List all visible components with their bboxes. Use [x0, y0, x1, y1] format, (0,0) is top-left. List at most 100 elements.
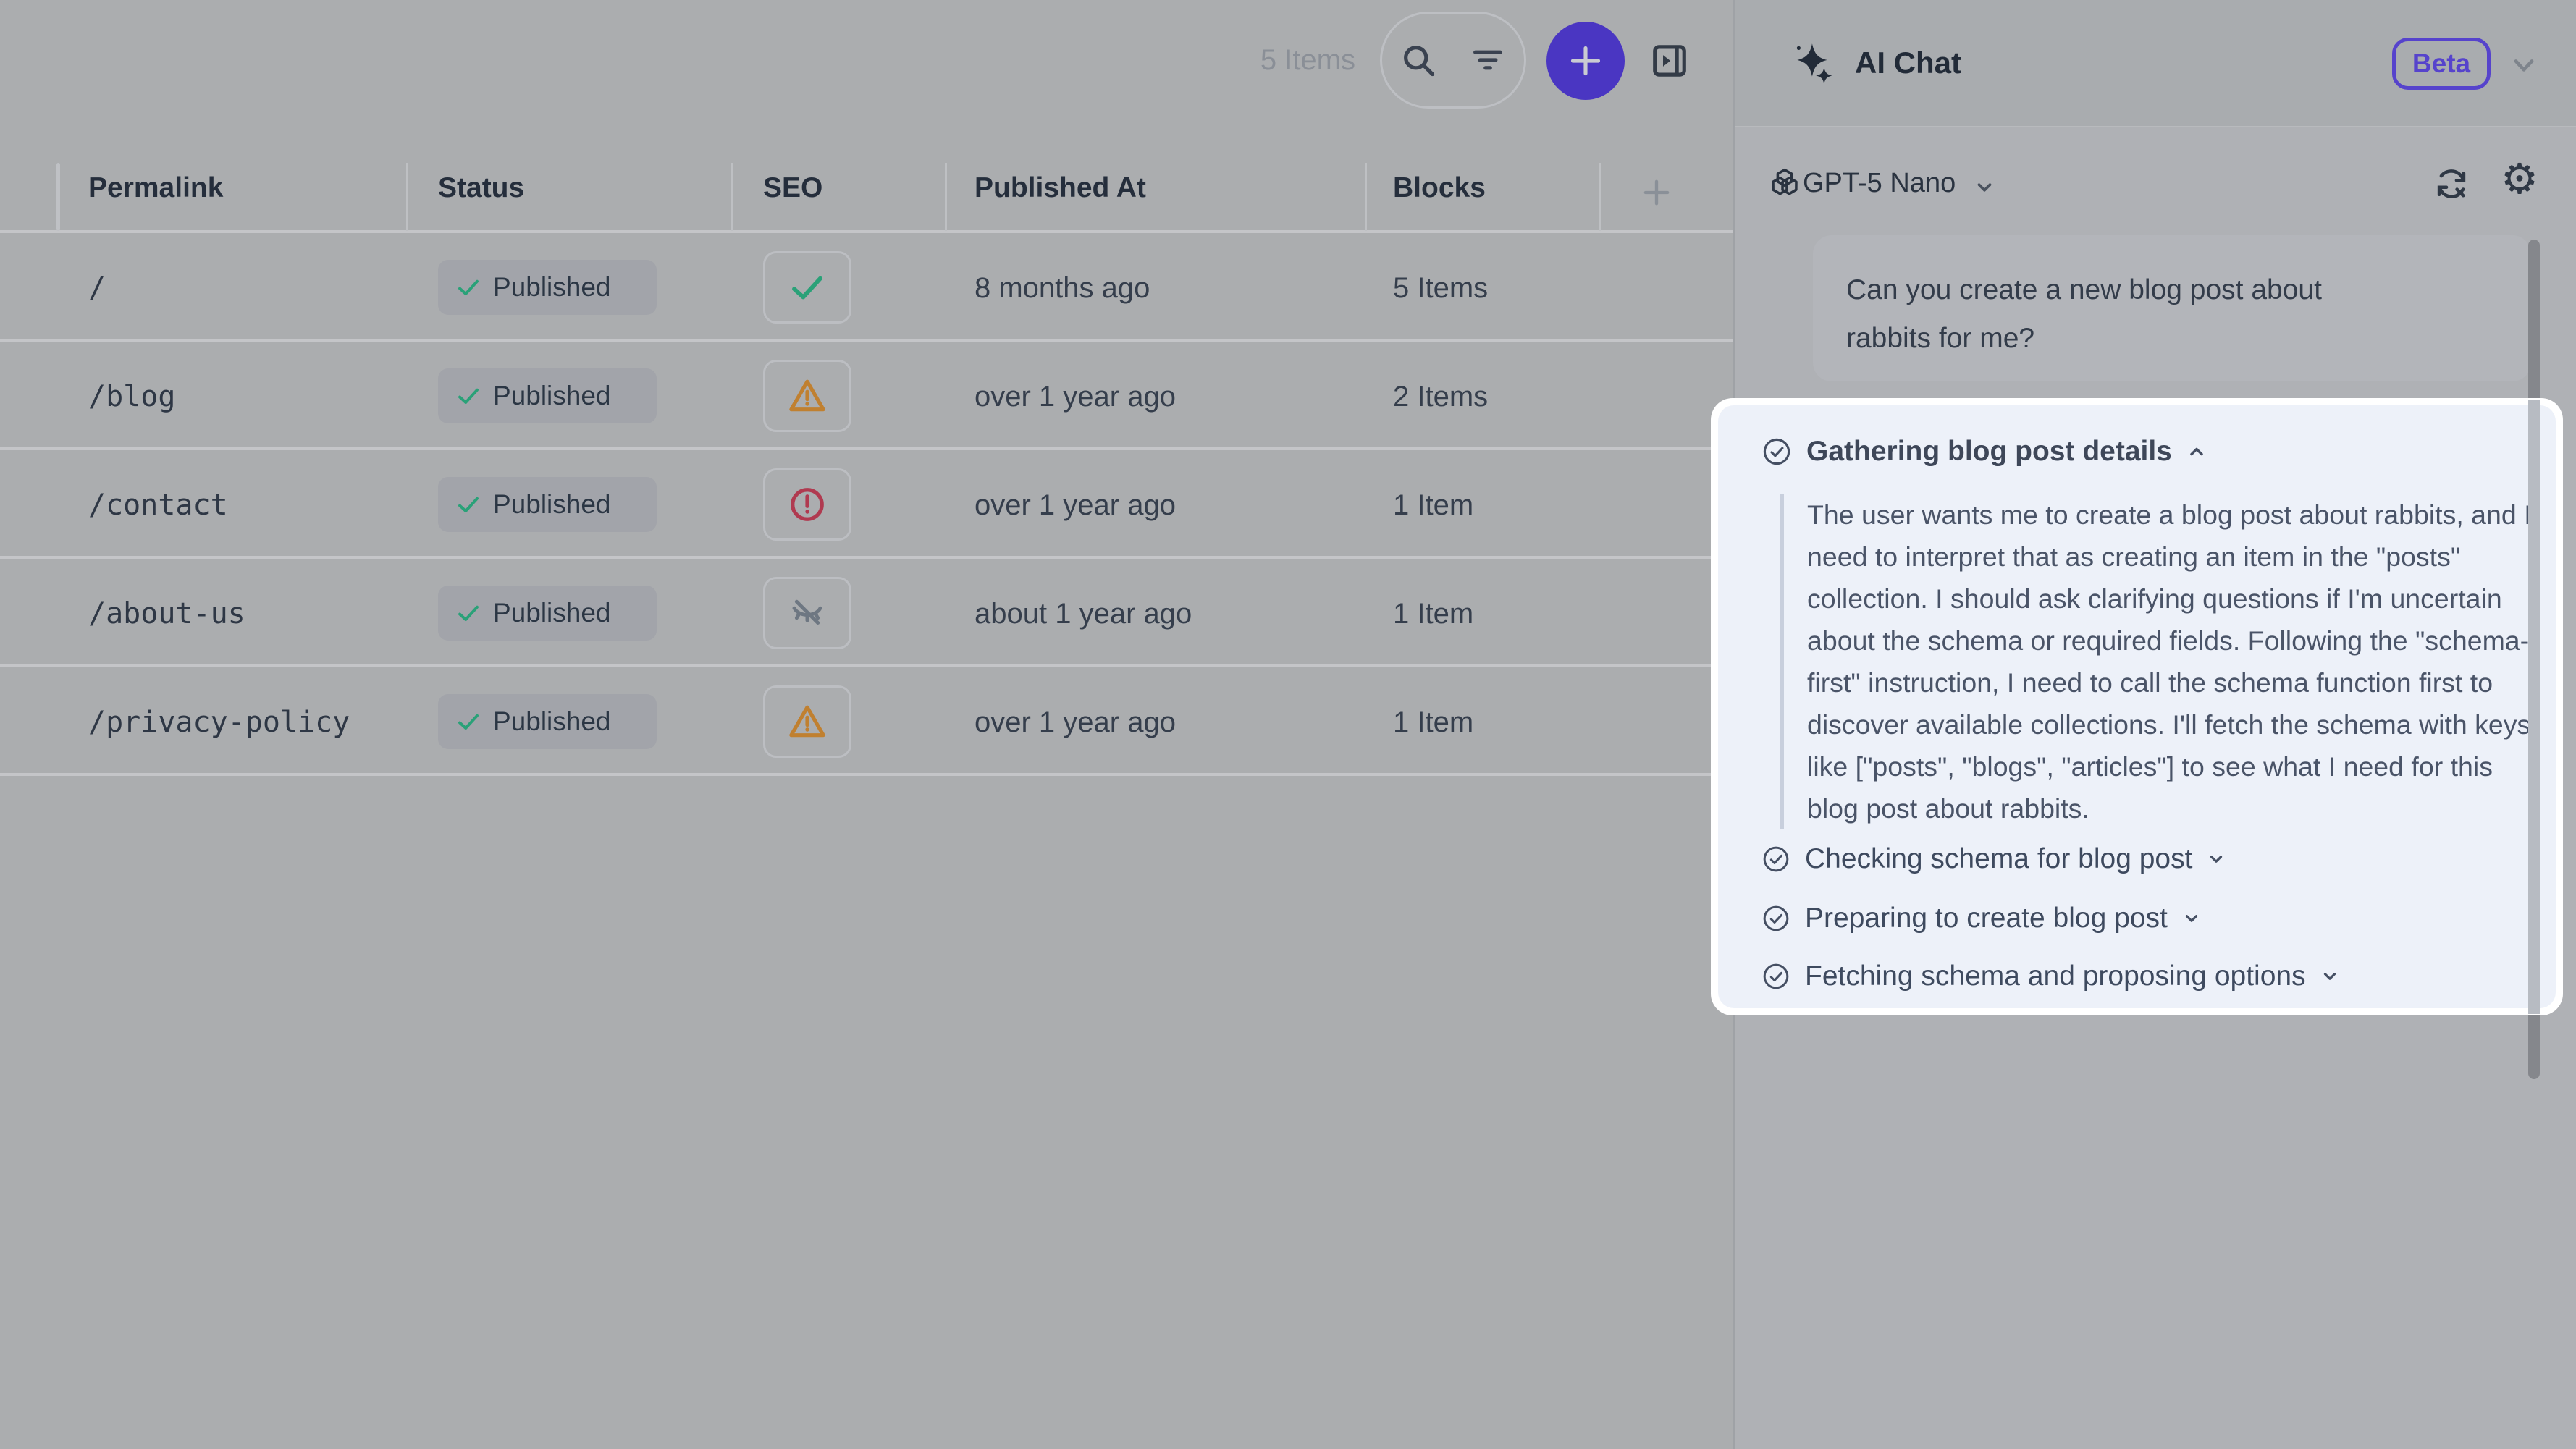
seo-warning-icon	[787, 376, 828, 416]
circle-check-icon	[1761, 962, 1790, 991]
ai-chat-header: AI Chat Beta	[1735, 0, 2576, 127]
column-divider	[1365, 163, 1367, 231]
seo-error-icon	[788, 485, 827, 524]
circle-check-icon	[1761, 845, 1790, 874]
table-row[interactable]: /blog Published over 1 year ago 2 Items	[0, 342, 1733, 450]
check-icon	[455, 600, 481, 626]
permalink-cell: /about-us	[88, 597, 245, 630]
clear-history-icon[interactable]	[2433, 165, 2470, 203]
user-message-bubble: Can you create a new blog post about rab…	[1813, 235, 2531, 381]
blocks-cell: 1 Item	[1393, 706, 1473, 739]
reasoning-text: The user wants me to create a blog post …	[1807, 494, 2538, 829]
table-row[interactable]: /privacy-policy Published over 1 year ag…	[0, 667, 1733, 776]
reasoning-detail-quote: The user wants me to create a blog post …	[1780, 494, 2538, 829]
status-badge: Published	[438, 260, 657, 315]
published-at-cell: over 1 year ago	[975, 381, 1176, 413]
chevron-down-icon[interactable]	[2508, 49, 2540, 81]
seo-hidden-icon	[788, 593, 827, 633]
column-divider	[731, 163, 733, 231]
step-label: Fetching schema and proposing options	[1805, 960, 2306, 992]
status-label: Published	[493, 381, 611, 411]
status-label: Published	[493, 272, 611, 303]
table-row[interactable]: /contact Published over 1 year ago 1 Ite…	[0, 450, 1733, 559]
seo-ok-icon	[788, 268, 827, 307]
chevron-down-icon	[2182, 909, 2201, 928]
blocks-cell: 5 Items	[1393, 272, 1488, 305]
chevron-up-icon	[2186, 442, 2207, 462]
permalink-cell: /	[88, 271, 106, 305]
add-item-button[interactable]	[1546, 22, 1625, 100]
model-selector-row: GPT-5 Nano ⚙	[1735, 156, 2576, 211]
reasoning-step[interactable]: Fetching schema and proposing options	[1761, 960, 2339, 992]
step-label: Preparing to create blog post	[1805, 903, 2168, 934]
column-header-blocks[interactable]: Blocks	[1393, 172, 1486, 204]
filter-icon[interactable]	[1469, 41, 1507, 79]
check-icon	[455, 274, 481, 300]
expand-panel-icon[interactable]	[1650, 41, 1689, 80]
beta-badge: Beta	[2392, 38, 2491, 90]
seo-status-box	[763, 360, 851, 432]
status-label: Published	[493, 706, 611, 737]
table-row[interactable]: /about-us Published about 1 year ago 1 I…	[0, 559, 1733, 667]
user-message-text: Can you create a new blog post about rab…	[1813, 235, 2414, 363]
panel-title: AI Chat	[1855, 46, 1961, 80]
openai-logo-icon	[1767, 165, 1803, 201]
published-at-cell: over 1 year ago	[975, 489, 1176, 522]
status-badge: Published	[438, 477, 657, 532]
permalink-cell: /contact	[88, 489, 228, 522]
permalink-cell: /blog	[88, 380, 175, 413]
status-badge: Published	[438, 586, 657, 641]
reasoning-step[interactable]: Checking schema for blog post	[1761, 843, 2226, 875]
step-label: Checking schema for blog post	[1805, 843, 2192, 875]
column-divider	[945, 163, 947, 231]
pages-collection-view: 5 Items Permalink Status	[0, 0, 1733, 1449]
check-icon	[455, 491, 481, 518]
seo-status-box	[763, 251, 851, 324]
permalink-cell: /privacy-policy	[88, 706, 350, 739]
seo-warning-icon	[787, 701, 828, 742]
check-icon	[455, 709, 481, 735]
column-header-seo[interactable]: SEO	[763, 172, 822, 204]
reasoning-block: Gathering blog post details The user wan…	[1718, 405, 2556, 1008]
column-header-status[interactable]: Status	[438, 172, 524, 204]
scrollbar-thumb[interactable]	[2528, 400, 2540, 1014]
column-header-permalink[interactable]: Permalink	[88, 172, 223, 204]
column-divider	[406, 163, 408, 231]
chevron-down-icon[interactable]	[1974, 177, 1995, 198]
circle-check-icon	[1761, 436, 1792, 467]
status-badge: Published	[438, 694, 657, 749]
status-badge: Published	[438, 368, 657, 423]
published-at-cell: over 1 year ago	[975, 706, 1176, 739]
seo-status-box	[763, 685, 851, 758]
seo-status-box	[763, 468, 851, 541]
plus-icon	[1565, 41, 1606, 81]
add-column-icon[interactable]	[1638, 174, 1675, 211]
published-at-cell: 8 months ago	[975, 272, 1150, 305]
item-count: 5 Items	[1166, 44, 1355, 77]
column-resize-handle[interactable]	[56, 163, 60, 231]
column-header-published-at[interactable]: Published At	[975, 172, 1146, 204]
column-divider	[1599, 163, 1601, 231]
reasoning-step[interactable]: Preparing to create blog post	[1761, 903, 2201, 934]
status-label: Published	[493, 598, 611, 628]
blocks-cell: 2 Items	[1393, 381, 1488, 413]
reasoning-step-expanded[interactable]: Gathering blog post details	[1761, 436, 2207, 468]
seo-status-box	[763, 577, 851, 649]
model-selector[interactable]: GPT-5 Nano	[1803, 168, 1956, 199]
gear-icon[interactable]: ⚙	[2501, 158, 2538, 200]
table-header-row: Permalink Status SEO Published At Blocks	[0, 152, 1733, 233]
search-icon[interactable]	[1399, 41, 1437, 79]
sparkles-icon	[1790, 39, 1838, 87]
blocks-cell: 1 Item	[1393, 598, 1473, 630]
chevron-down-icon	[2320, 967, 2339, 986]
chevron-down-icon	[2207, 850, 2226, 869]
search-filter-pill	[1380, 12, 1526, 109]
blocks-cell: 1 Item	[1393, 489, 1473, 522]
published-at-cell: about 1 year ago	[975, 598, 1192, 630]
table-row[interactable]: / Published 8 months ago 5 Items	[0, 233, 1733, 342]
reasoning-spotlight-card: Gathering blog post details The user wan…	[1711, 398, 2563, 1015]
step-label: Gathering blog post details	[1806, 436, 2172, 468]
status-label: Published	[493, 489, 611, 520]
circle-check-icon	[1761, 904, 1790, 933]
check-icon	[455, 383, 481, 409]
